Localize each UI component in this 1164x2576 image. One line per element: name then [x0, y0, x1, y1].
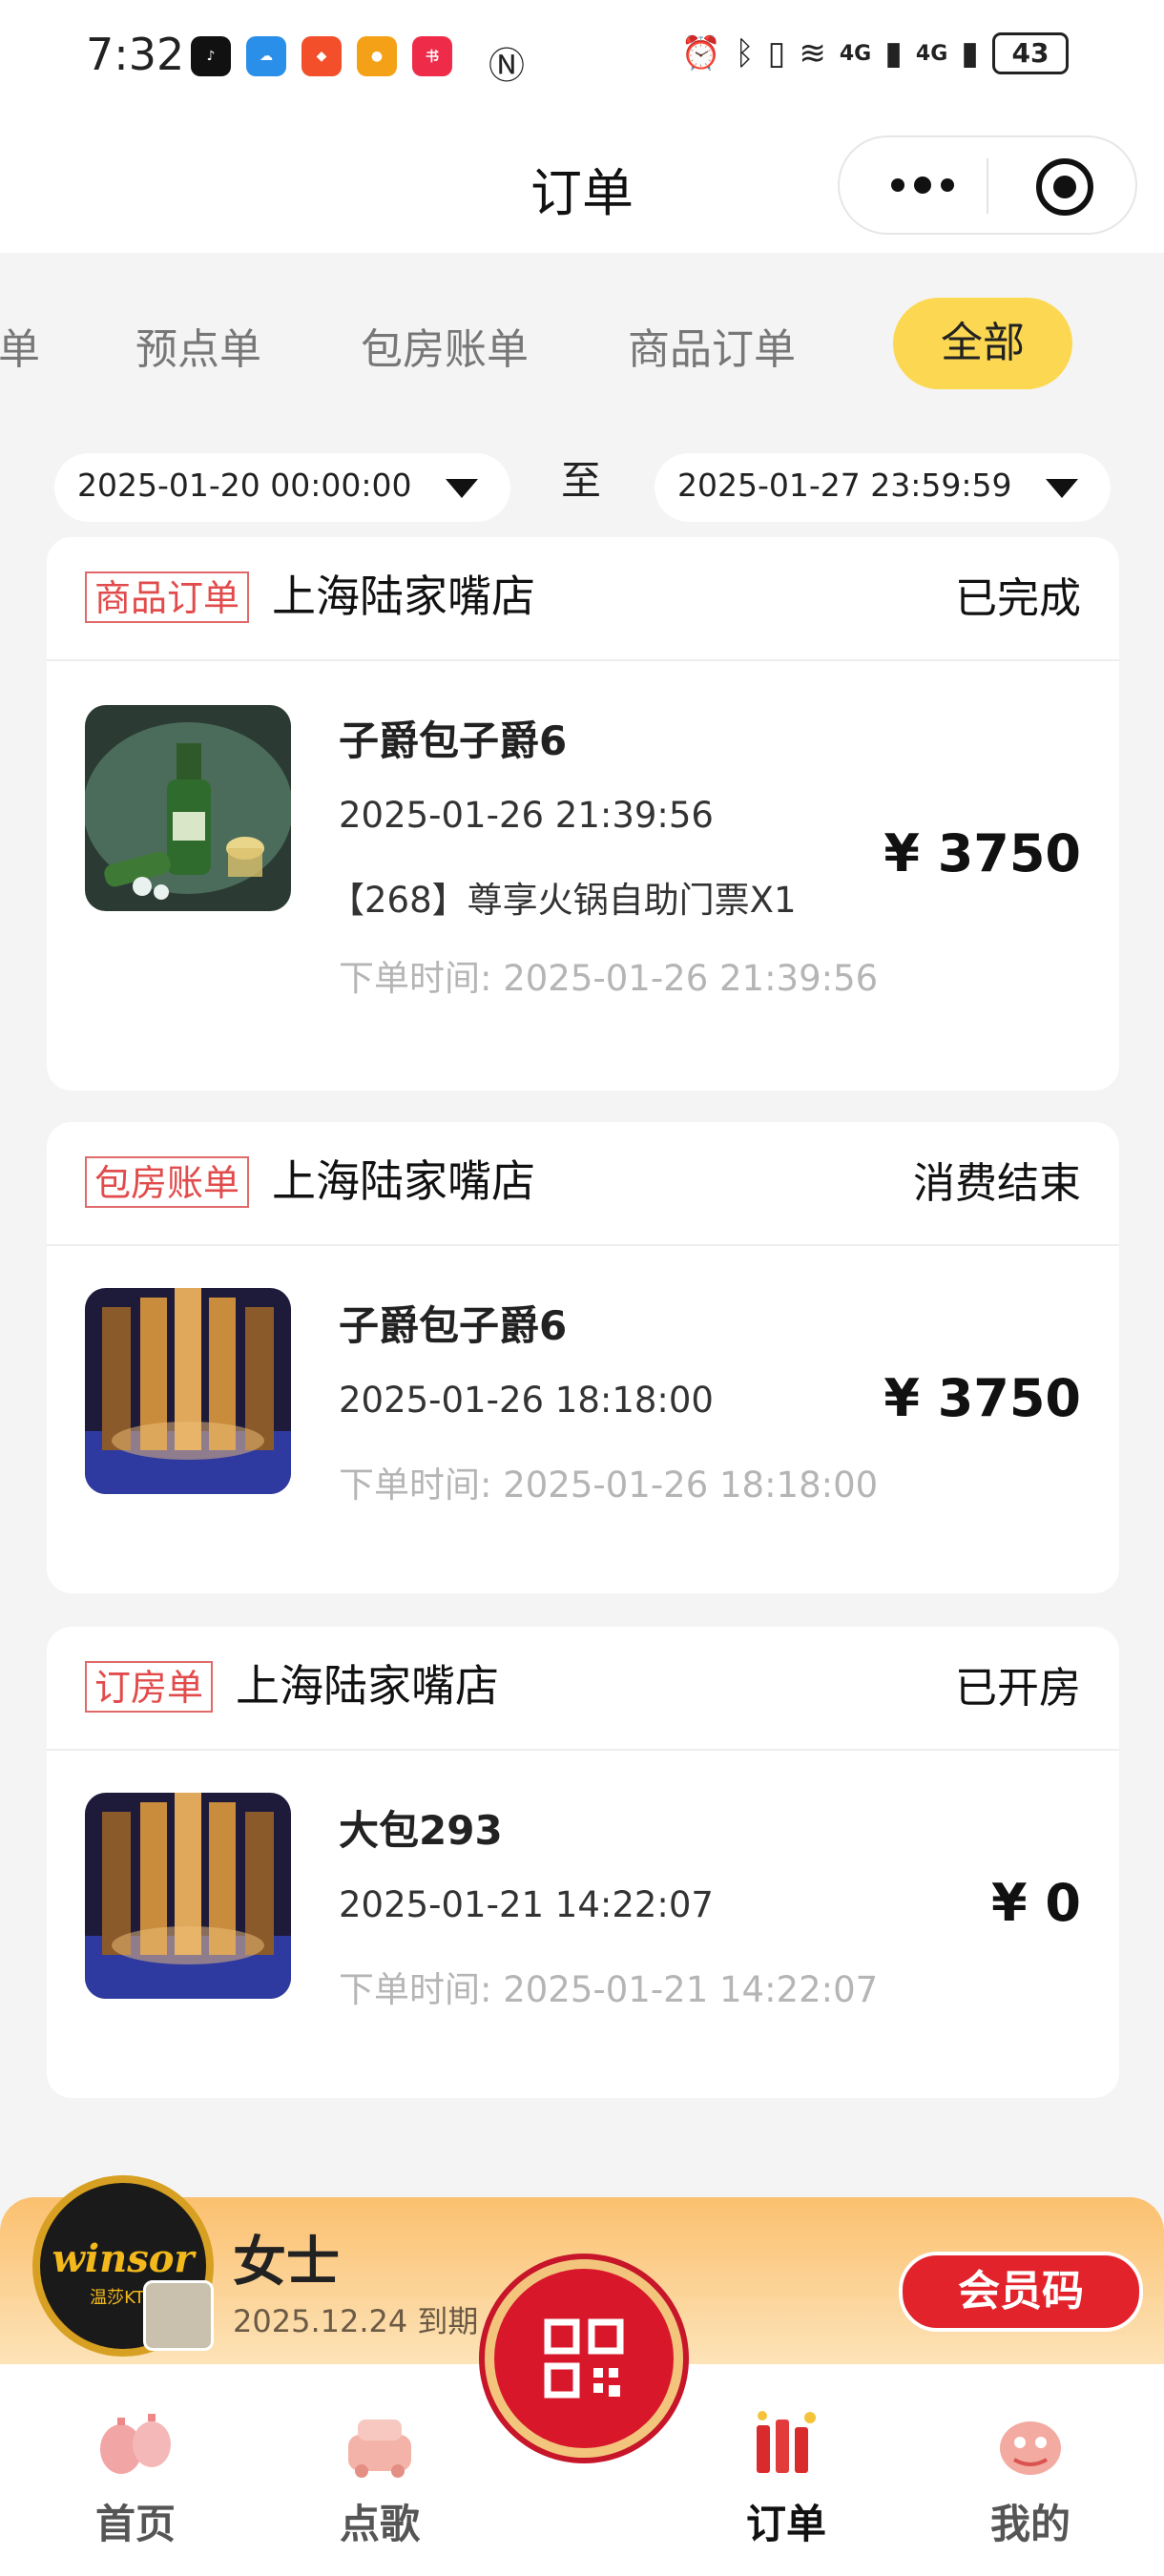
item-time: 2025-01-26 18:18:00	[339, 1380, 714, 1421]
signal-icon: ▮	[961, 34, 979, 73]
network-label: 4G	[915, 41, 948, 66]
start-date-value: 2025-01-20 00:00:00	[77, 467, 412, 504]
store-name: 上海陆家嘴店	[236, 1660, 499, 1712]
tab-mine[interactable]	[945, 2406, 1116, 2486]
order-card-header: 包房账单 上海陆家嘴店 消费结束	[47, 1122, 1119, 1246]
order-card-header: 商品订单 上海陆家嘴店 已完成	[47, 537, 1119, 661]
item-detail: 【268】尊享火锅自助门票X1	[329, 880, 797, 921]
tab-orders[interactable]	[700, 2406, 872, 2486]
alarm-icon: ⏰	[680, 34, 722, 73]
end-date-picker[interactable]: 2025-01-27 23:59:59	[655, 453, 1111, 522]
mini-app-icon: ●	[357, 36, 397, 76]
nav-bar: 订单	[0, 114, 1164, 253]
order-card[interactable]: 商品订单 上海陆家嘴店 已完成 子爵包子爵6 2025-01-26 21:39:…	[47, 537, 1119, 1091]
order-card[interactable]: 包房账单 上海陆家嘴店 消费结束 子爵包子爵6 2025-01-26 18:18…	[47, 1122, 1119, 1593]
order-time: 下单时间: 2025-01-26 21:39:56	[339, 958, 879, 999]
notification-icons: ♪ ☁ ◆ ● 书	[191, 36, 452, 76]
order-time: 下单时间: 2025-01-26 18:18:00	[339, 1465, 879, 1506]
member-code-button[interactable]: 会员码	[899, 2252, 1143, 2332]
lantern-icon	[100, 2414, 171, 2474]
member-level-icon	[143, 2280, 214, 2351]
order-time: 下单时间: 2025-01-21 14:22:07	[339, 1969, 879, 2010]
start-date-picker[interactable]: 2025-01-20 00:00:00	[54, 453, 510, 522]
tab-mine-label[interactable]: 我的	[945, 2492, 1116, 2550]
network-label: 4G	[839, 41, 872, 66]
order-price: ¥ 0	[991, 1873, 1081, 1933]
item-time: 2025-01-21 14:22:07	[339, 1884, 714, 1925]
shopping-app-icon: ◆	[301, 36, 342, 76]
member-expire: 2025.12.24 到期	[233, 2303, 479, 2339]
tab-pre-order[interactable]: 预点单	[135, 315, 261, 376]
tab-songs-label[interactable]: 点歌	[294, 2492, 466, 2550]
mini-program-capsule	[838, 135, 1137, 235]
store-name: 上海陆家嘴店	[272, 571, 535, 622]
vibrate-icon: ▯	[767, 34, 786, 73]
order-card[interactable]: 订房单 上海陆家嘴店 已开房 大包293 2025-01-21 14:22:07…	[47, 1627, 1119, 2098]
xiaohongshu-icon: 书	[412, 36, 452, 76]
item-title: 子爵包子爵6	[339, 1302, 568, 1349]
lion-dance-icon	[1000, 2421, 1061, 2475]
end-date-value: 2025-01-27 23:59:59	[677, 467, 1012, 504]
order-type-badge: 商品订单	[85, 571, 250, 623]
close-target-icon[interactable]	[1036, 158, 1093, 216]
tiktok-icon: ♪	[191, 36, 231, 76]
firecracker-icon	[757, 2411, 816, 2473]
battery-icon: 43	[992, 32, 1069, 74]
order-price: ¥ 3750	[883, 823, 1081, 883]
order-type-badge: 订房单	[85, 1661, 214, 1713]
tab-orders-label[interactable]: 订单	[700, 2492, 872, 2550]
item-title: 子爵包子爵6	[339, 717, 568, 764]
capsule-divider	[987, 158, 988, 214]
logo-text: winsor	[52, 2236, 195, 2281]
date-separator: 至	[561, 457, 602, 504]
qr-code-icon	[544, 2318, 624, 2399]
status-bar: 7:32 ♪ ☁ ◆ ● 书 Ⓝ ⏰ ᛒ ▯ ≋ 4G ▮ 4G ▮ 43	[0, 0, 1164, 114]
signal-icon: ▮	[884, 34, 903, 73]
store-name: 上海陆家嘴店	[272, 1155, 535, 1207]
item-time: 2025-01-26 21:39:56	[339, 795, 714, 836]
caret-down-icon	[1046, 479, 1078, 498]
order-type-badge: 包房账单	[85, 1156, 250, 1208]
more-icon[interactable]	[880, 158, 966, 212]
system-status-icons: ⏰ ᛒ ▯ ≋ 4G ▮ 4G ▮ 43	[681, 32, 1069, 74]
item-title: 大包293	[339, 1807, 503, 1854]
room-thumbnail	[85, 1288, 291, 1494]
tab-room-bill[interactable]: 包房账单	[361, 315, 529, 376]
tab-songs[interactable]	[294, 2406, 466, 2486]
tab-all[interactable]: 全部	[893, 298, 1072, 389]
weather-icon: ☁	[246, 36, 286, 76]
order-status: 消费结束	[913, 1159, 1081, 1208]
member-name: 女士	[233, 2232, 340, 2294]
order-card-header: 订房单 上海陆家嘴店 已开房	[47, 1627, 1119, 1751]
tab-goods-order[interactable]: 商品订单	[628, 315, 796, 376]
nfc-icon: Ⓝ	[488, 45, 526, 87]
bluetooth-icon: ᛒ	[735, 34, 755, 73]
qr-code-button[interactable]	[485, 2259, 683, 2458]
order-price: ¥ 3750	[883, 1368, 1081, 1428]
tab-order-partial[interactable]: 单	[0, 315, 40, 376]
car-icon	[348, 2420, 411, 2478]
order-status: 已开房	[955, 1664, 1081, 1713]
product-thumbnail	[85, 705, 291, 911]
tab-home[interactable]	[50, 2406, 221, 2486]
wifi-icon: ≋	[799, 34, 826, 73]
caret-down-icon	[446, 479, 478, 498]
tab-home-label[interactable]: 首页	[50, 2492, 221, 2550]
room-thumbnail	[85, 1793, 291, 1999]
order-status: 已完成	[955, 574, 1081, 623]
status-time: 7:32	[86, 29, 185, 80]
